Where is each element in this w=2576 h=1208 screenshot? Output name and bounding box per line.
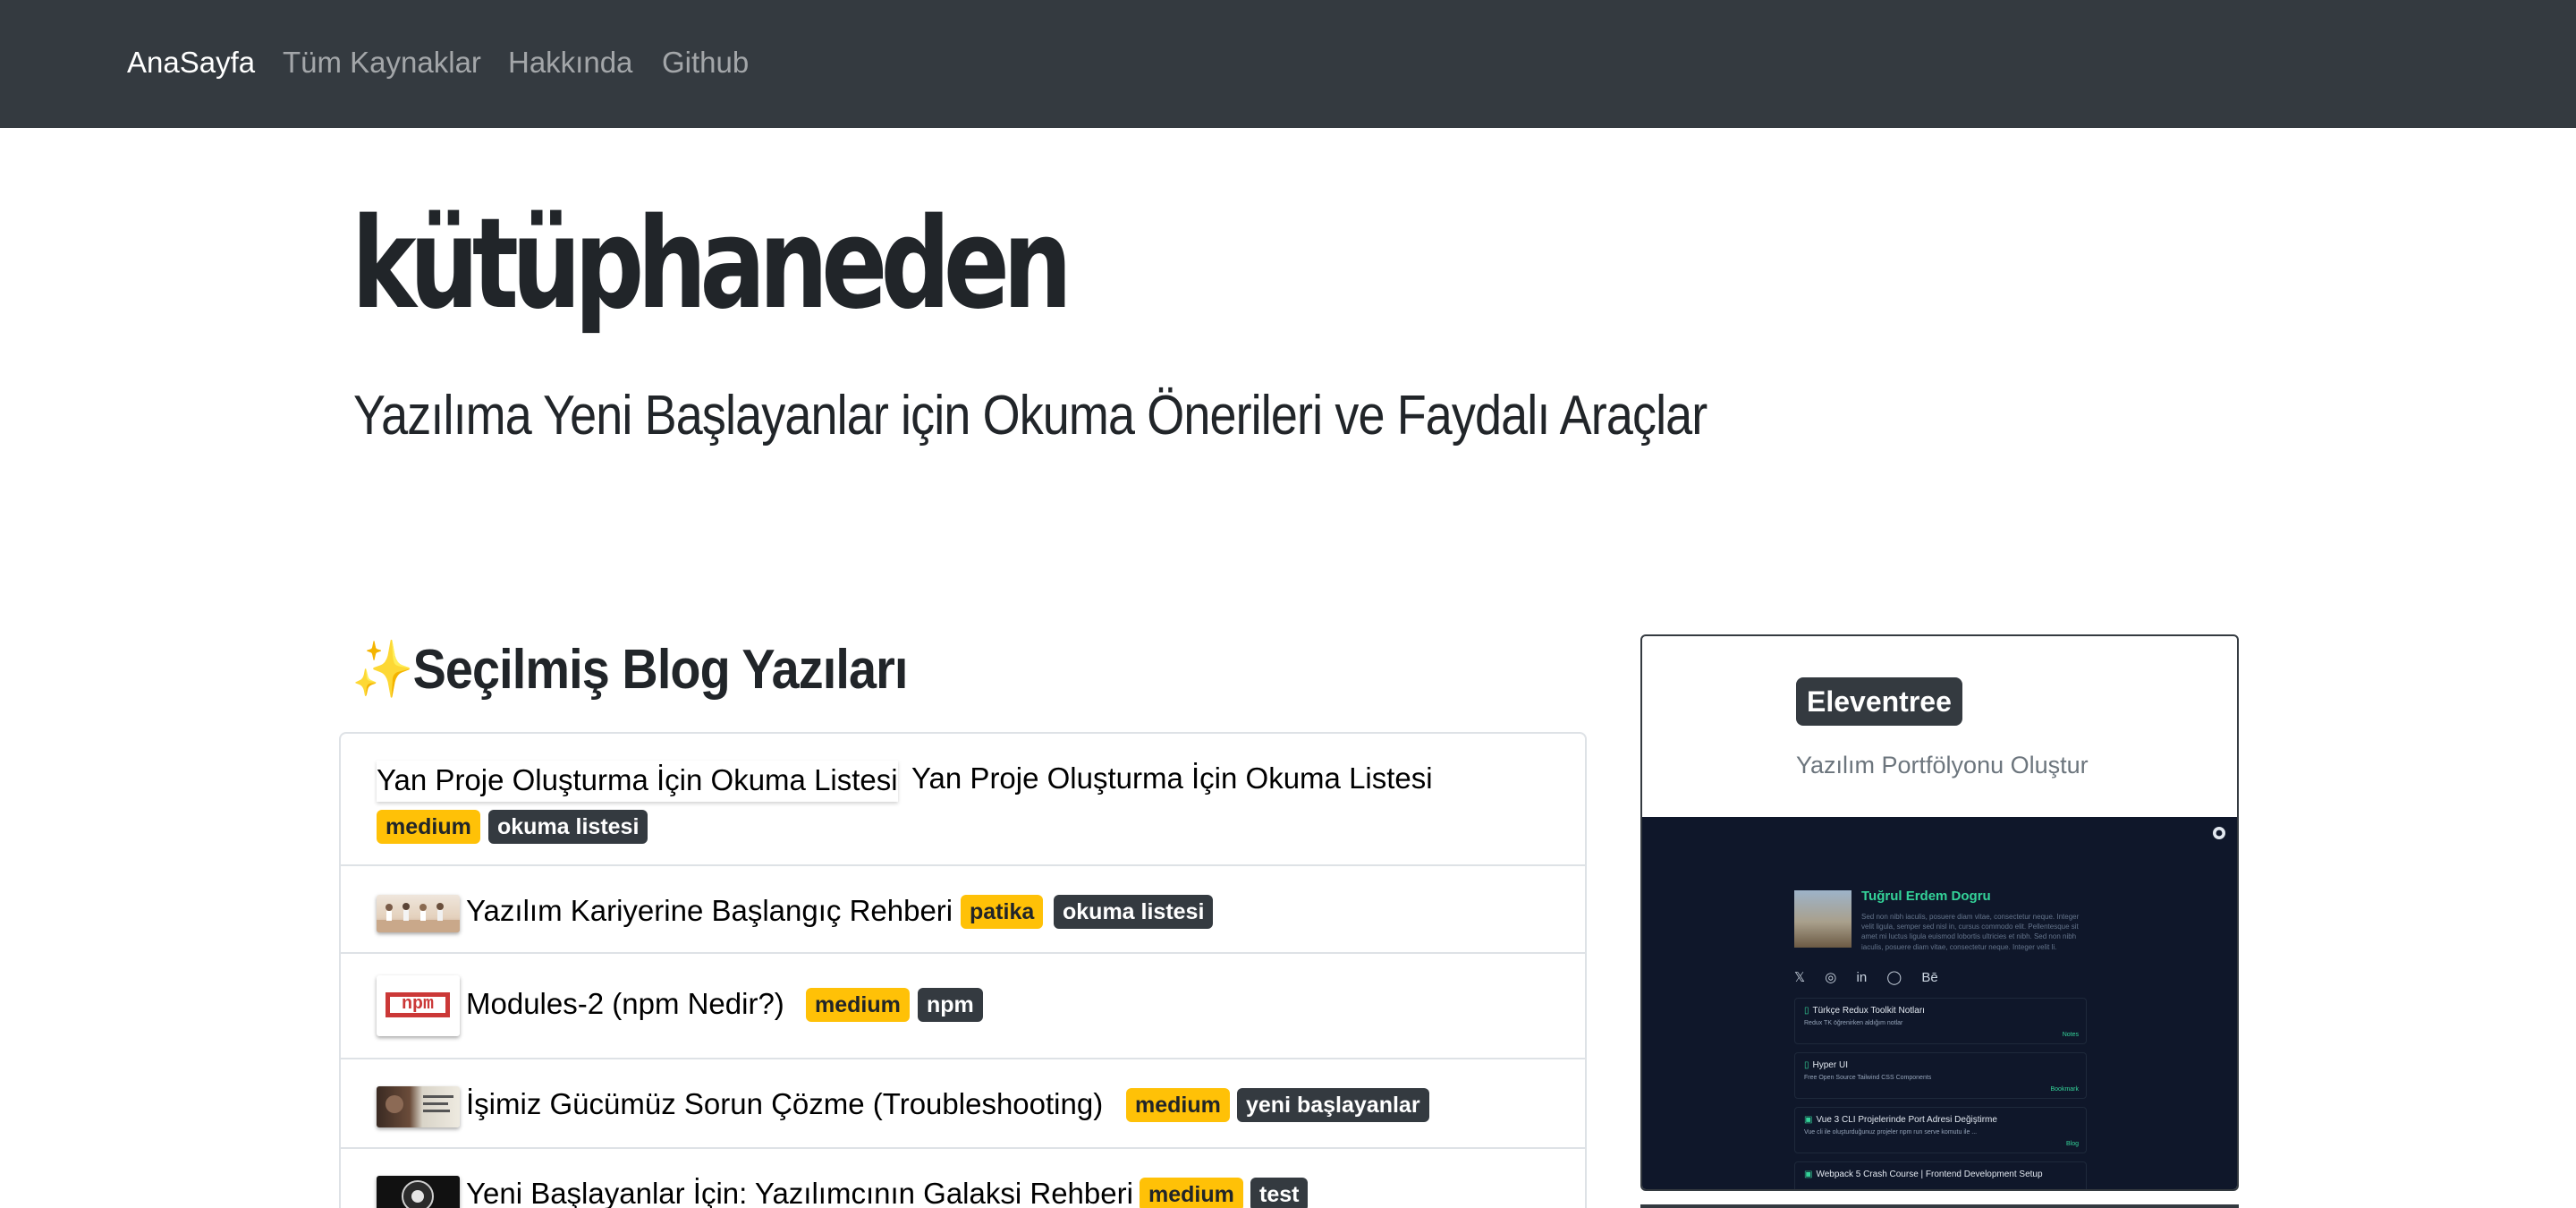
featured-post-list: Yan Proje Oluşturma İçin Okuma Listesi Y…: [339, 732, 1587, 1208]
preview-link-card: ▣ Webpack 5 Crash Course | Frontend Devel…: [1794, 1161, 2087, 1189]
linkedin-icon: in: [1856, 970, 1868, 985]
eleventree-card[interactable]: Eleventree Yazılım Portfölyonu Oluştur T…: [1640, 634, 2239, 1191]
whiteboard-photo-icon: [386, 1095, 453, 1113]
galaxy-logo-icon: [402, 1180, 434, 1208]
post-title-link[interactable]: Modules-2 (npm Nedir?): [466, 986, 784, 1022]
github-icon: ◯: [1886, 970, 1902, 985]
preview-bio: Sed non nibh iaculis, posuere diam vitae…: [1861, 913, 2080, 951]
blog-icon: ▣: [1804, 1115, 1813, 1125]
next-card-edge: [1640, 1204, 2239, 1208]
preview-link-tag: Blog: [2065, 1141, 2079, 1147]
site-title: kütüphaneden: [352, 191, 1072, 337]
tag-badge[interactable]: medium: [1140, 1178, 1243, 1208]
post-thumbnail: npm: [377, 975, 460, 1036]
tag-badge[interactable]: medium: [377, 810, 480, 844]
list-item[interactable]: Yeni Başlayanlar İçin: Yazılımcının Gala…: [341, 1149, 1585, 1208]
navbar: AnaSayfa Tüm Kaynaklar Hakkında Github: [0, 0, 2576, 128]
post-thumbnail: [377, 1086, 460, 1127]
people-illustration-icon: [377, 903, 460, 932]
tag-badge[interactable]: medium: [1126, 1088, 1230, 1122]
preview-link-sub: Free Open Source Tailwind CSS Components: [1804, 1075, 1932, 1081]
behance-icon: Bē: [1921, 970, 1938, 985]
post-thumbnail: [377, 895, 460, 932]
post-title-link[interactable]: Yeni Başlayanlar İçin: Yazılımcının Gala…: [466, 1176, 1133, 1208]
preview-name: Tuğrul Erdem Dogru: [1861, 889, 1991, 904]
bookmark-icon: ▯: [1804, 1060, 1809, 1070]
dribbble-icon: ◎: [1825, 970, 1837, 985]
nav-link-about[interactable]: Hakkında: [508, 45, 632, 81]
preview-link-title: ▣ Webpack 5 Crash Course | Frontend Devel…: [1804, 1170, 2043, 1179]
preview-link-sub: Redux TK öğrenirken aldığım notlar: [1804, 1020, 1903, 1026]
post-title-link[interactable]: İşimiz Gücümüz Sorun Çözme (Troubleshoot…: [466, 1086, 1103, 1122]
preview-link-title-text: Hyper UI: [1812, 1060, 1848, 1070]
nav-link-all-resources[interactable]: Tüm Kaynaklar: [283, 45, 481, 81]
preview-link-card: ▯ Türkçe Redux Toolkit Notları Redux TK ö…: [1794, 998, 2087, 1044]
preview-link-card: ▯ Hyper UI Free Open Source Tailwind CSS …: [1794, 1052, 2087, 1099]
tag-badge[interactable]: patika: [961, 895, 1044, 929]
bookmark-icon: ▯: [1804, 1006, 1809, 1016]
preview-link-title-text: Türkçe Redux Toolkit Notları: [1812, 1006, 1925, 1016]
post-thumbnail-broken: Yan Proje Oluşturma İçin Okuma Listesi: [377, 761, 898, 802]
preview-social-icons: 𝕏 ◎ in ◯ Bē: [1794, 969, 1954, 985]
card-subtitle: Yazılım Portfölyonu Oluştur: [1796, 752, 2089, 778]
site-subtitle: Yazılıma Yeni Başlayanlar için Okuma Öne…: [353, 385, 1707, 447]
tag-badge[interactable]: okuma listesi: [488, 810, 648, 844]
portfolio-preview-screenshot: Tuğrul Erdem Dogru Sed non nibh iaculis,…: [1642, 817, 2237, 1189]
sparkles-icon: ✨: [352, 639, 413, 701]
preview-link-card: ▣ Vue 3 CLI Projelerinde Port Adresi Deği…: [1794, 1107, 2087, 1153]
post-title-link[interactable]: Yan Proje Oluşturma İçin Okuma Listesi: [911, 761, 1433, 796]
twitter-icon: 𝕏: [1794, 970, 1806, 985]
tag-badge[interactable]: npm: [918, 988, 983, 1022]
preview-link-tag: Notes: [2062, 1032, 2079, 1038]
video-icon: ▣: [1804, 1170, 1813, 1179]
list-item[interactable]: npm Modules-2 (npm Nedir?) medium npm: [341, 954, 1585, 1059]
npm-logo-icon: npm: [386, 992, 450, 1017]
tag-badge[interactable]: okuma listesi: [1054, 895, 1214, 929]
list-item[interactable]: İşimiz Gücümüz Sorun Çözme (Troubleshoot…: [341, 1059, 1585, 1149]
preview-link-tag: Bookmark: [2050, 1086, 2079, 1093]
avatar: [1794, 890, 1852, 948]
post-title-link[interactable]: Yazılım Kariyerine Başlangıç Rehberi: [466, 893, 953, 929]
preview-link-title-text: Vue 3 CLI Projelerinde Port Adresi Değiş…: [1816, 1115, 1997, 1125]
tag-badge[interactable]: medium: [806, 988, 910, 1022]
preview-link-title: ▯ Türkçe Redux Toolkit Notları: [1804, 1006, 1925, 1016]
card-badge: Eleventree: [1796, 677, 1962, 727]
tag-badge[interactable]: test: [1250, 1178, 1309, 1208]
nav-link-home[interactable]: AnaSayfa: [127, 45, 255, 81]
post-thumbnail: [377, 1176, 460, 1208]
nav-link-github[interactable]: Github: [662, 45, 749, 81]
tag-badge[interactable]: yeni başlayanlar: [1237, 1088, 1429, 1122]
preview-link-sub: Vue cli ile oluşturduğunuz projeler npm …: [1804, 1129, 1978, 1136]
list-item[interactable]: Yazılım Kariyerine Başlangıç Rehberi pat…: [341, 866, 1585, 954]
preview-link-title: ▣ Vue 3 CLI Projelerinde Port Adresi Deği…: [1804, 1115, 1997, 1125]
github-icon: [2213, 827, 2225, 839]
featured-heading-text: Seçilmiş Blog Yazıları: [412, 639, 909, 701]
preview-link-title-text: Webpack 5 Crash Course | Frontend Develo…: [1816, 1170, 2043, 1179]
list-item[interactable]: Yan Proje Oluşturma İçin Okuma Listesi Y…: [341, 734, 1585, 866]
preview-link-title: ▯ Hyper UI: [1804, 1060, 1848, 1070]
featured-heading: ✨Seçilmiş Blog Yazıları: [352, 637, 908, 703]
